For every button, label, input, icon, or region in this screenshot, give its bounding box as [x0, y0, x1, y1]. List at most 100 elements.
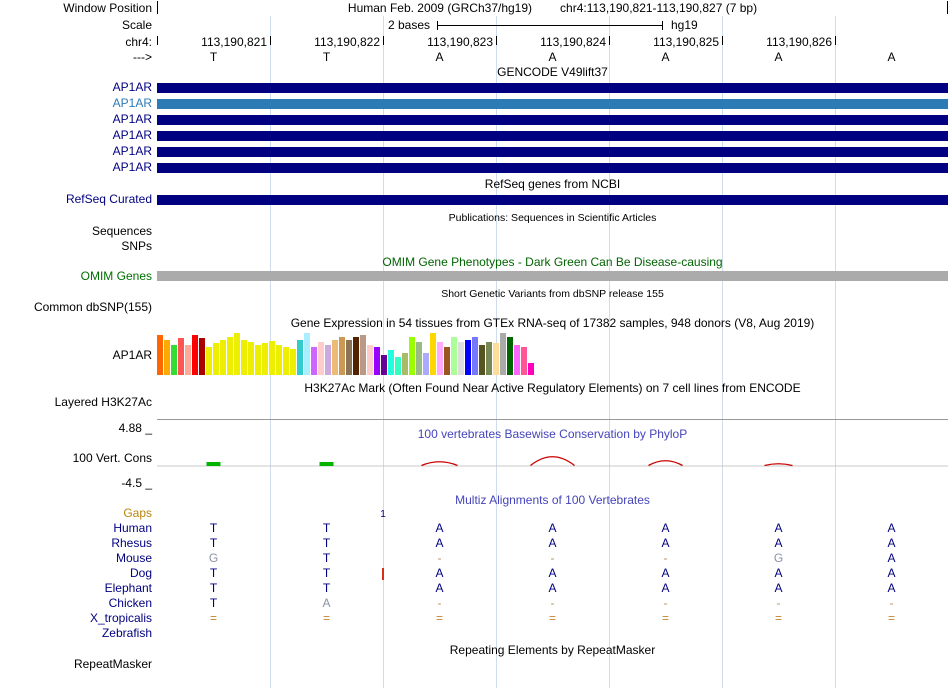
h3k27ac-label[interactable]: Layered H3K27Ac — [0, 396, 152, 409]
gtex-expression-bar[interactable] — [409, 337, 415, 375]
gencode-transcript-label[interactable]: AP1AR — [0, 113, 152, 126]
gtex-expression-bar[interactable] — [353, 337, 359, 375]
gtex-expression-bar[interactable] — [269, 341, 275, 375]
gencode-header[interactable]: GENCODE V49lift37 — [157, 66, 948, 79]
gtex-expression-bar[interactable] — [451, 337, 457, 375]
gtex-expression-bar[interactable] — [339, 337, 345, 375]
gtex-expression-bar[interactable] — [164, 340, 170, 375]
dbsnp-label[interactable]: Common dbSNP(155) — [0, 301, 152, 314]
gencode-transcript-label[interactable]: AP1AR — [0, 161, 152, 174]
gtex-expression-bar[interactable] — [437, 342, 443, 375]
gencode-transcript-label[interactable]: AP1AR — [0, 145, 152, 158]
dbsnp-header[interactable]: Short Genetic Variants from dbSNP releas… — [157, 288, 948, 301]
gtex-expression-bar[interactable] — [318, 342, 324, 375]
gtex-expression-bar[interactable] — [402, 353, 408, 375]
omim-header[interactable]: OMIM Gene Phenotypes - Dark Green Can Be… — [157, 256, 948, 269]
gencode-transcript-label[interactable]: AP1AR — [0, 97, 152, 110]
gtex-expression-bar[interactable] — [325, 345, 331, 375]
species-label-elephant[interactable]: Elephant — [0, 582, 152, 595]
gtex-expression-bar[interactable] — [514, 345, 520, 375]
ruler-coordinate: 113,190,822 — [314, 35, 380, 49]
gtex-expression-bar[interactable] — [192, 335, 198, 375]
gtex-expression-bar[interactable] — [304, 333, 310, 375]
gtex-expression-bar[interactable] — [290, 349, 296, 375]
gtex-expression-bar[interactable] — [500, 333, 506, 375]
species-label-mouse[interactable]: Mouse — [0, 552, 152, 565]
gtex-expression-bar[interactable] — [486, 342, 492, 375]
gtex-expression-bar[interactable] — [528, 363, 534, 375]
h3k27ac-header[interactable]: H3K27Ac Mark (Often Found Near Active Re… — [157, 382, 948, 395]
gtex-expression-bar[interactable] — [276, 345, 282, 375]
gencode-transcript-bar[interactable] — [157, 131, 948, 141]
gencode-transcript-label[interactable]: AP1AR — [0, 129, 152, 142]
gtex-expression-bar[interactable] — [255, 345, 261, 375]
gtex-expression-bar[interactable] — [248, 342, 254, 375]
gtex-expression-bar[interactable] — [346, 340, 352, 375]
position-range: chr4:113,190,821-113,190,827 (7 bp) — [560, 1, 758, 15]
gtex-expression-bar[interactable] — [507, 337, 513, 375]
gtex-expression-bar[interactable] — [444, 347, 450, 375]
gtex-expression-bar[interactable] — [220, 340, 226, 375]
gencode-transcript-bar[interactable] — [157, 83, 948, 93]
gtex-expression-bar[interactable] — [465, 340, 471, 375]
gtex-expression-bar[interactable] — [297, 340, 303, 375]
gtex-expression-bar[interactable] — [430, 333, 436, 375]
species-label-zebrafish[interactable]: Zebrafish — [0, 627, 152, 640]
species-label-dog[interactable]: Dog — [0, 567, 152, 580]
gtex-expression-bar[interactable] — [423, 353, 429, 375]
repeatmasker-header[interactable]: Repeating Elements by RepeatMasker — [157, 644, 948, 657]
gtex-expression-bar[interactable] — [416, 342, 422, 375]
gencode-transcript-bar[interactable] — [157, 115, 948, 125]
species-label-chicken[interactable]: Chicken — [0, 597, 152, 610]
gtex-expression-bar[interactable] — [493, 343, 499, 375]
gtex-expression-bar[interactable] — [367, 345, 373, 375]
refseq-curated-label[interactable]: RefSeq Curated — [0, 193, 152, 206]
gtex-expression-bar[interactable] — [213, 343, 219, 375]
omim-genes-track[interactable] — [157, 271, 948, 281]
gtex-expression-bar[interactable] — [395, 357, 401, 375]
gtex-expression-bar[interactable] — [241, 340, 247, 375]
gencode-transcript-bar[interactable] — [157, 163, 948, 173]
gtex-expression-bar[interactable] — [178, 338, 184, 375]
gtex-expression-bar[interactable] — [479, 345, 485, 375]
refseq-curated-track[interactable] — [157, 195, 948, 205]
gtex-expression-bar[interactable] — [374, 347, 380, 375]
gencode-transcript-bar[interactable] — [157, 99, 948, 109]
gtex-expression-bar[interactable] — [171, 345, 177, 375]
gtex-expression-bar[interactable] — [227, 337, 233, 375]
sequences-label[interactable]: Sequences — [0, 225, 152, 238]
gtex-expression-bar[interactable] — [360, 335, 366, 375]
alignment-base: A — [548, 536, 557, 550]
gtex-expression-bar[interactable] — [521, 347, 527, 375]
omim-genes-label[interactable]: OMIM Genes — [0, 270, 152, 283]
gtex-expression-bar[interactable] — [199, 338, 205, 375]
repeatmasker-label[interactable]: RepeatMasker — [0, 658, 152, 671]
gtex-expression-bar[interactable] — [332, 340, 338, 375]
gencode-transcript-label[interactable]: AP1AR — [0, 81, 152, 94]
gtex-expression-bar[interactable] — [381, 355, 387, 375]
refseq-header[interactable]: RefSeq genes from NCBI — [157, 178, 948, 191]
gtex-expression-bar[interactable] — [283, 347, 289, 375]
gtex-expression-bar[interactable] — [262, 343, 268, 375]
phylop-graph[interactable] — [157, 444, 948, 484]
species-label-x_tropicalis[interactable]: X_tropicalis — [0, 612, 152, 625]
gencode-transcript-bar[interactable] — [157, 147, 948, 157]
gtex-expression-bar[interactable] — [458, 342, 464, 375]
phylop-header[interactable]: 100 vertebrates Basewise Conservation by… — [157, 428, 948, 441]
phylop-track-label[interactable]: 100 Vert. Cons — [0, 452, 152, 465]
snps-label[interactable]: SNPs — [0, 240, 152, 253]
gtex-expression-bar[interactable] — [388, 350, 394, 375]
gtex-expression-bar[interactable] — [157, 335, 163, 375]
species-label-rhesus[interactable]: Rhesus — [0, 537, 152, 550]
gtex-expression-bar[interactable] — [206, 347, 212, 375]
gtex-gene-label[interactable]: AP1AR — [0, 349, 152, 362]
publications-header[interactable]: Publications: Sequences in Scientific Ar… — [157, 212, 948, 225]
gtex-header[interactable]: Gene Expression in 54 tissues from GTEx … — [157, 317, 948, 330]
species-label-human[interactable]: Human — [0, 522, 152, 535]
gtex-expression-bar[interactable] — [185, 345, 191, 375]
gtex-expression-bar[interactable] — [311, 347, 317, 375]
gtex-expression-bar[interactable] — [234, 333, 240, 375]
multiz-gaps-label[interactable]: Gaps — [0, 507, 152, 520]
gtex-expression-bar[interactable] — [472, 337, 478, 375]
multiz-header[interactable]: Multiz Alignments of 100 Vertebrates — [157, 494, 948, 507]
